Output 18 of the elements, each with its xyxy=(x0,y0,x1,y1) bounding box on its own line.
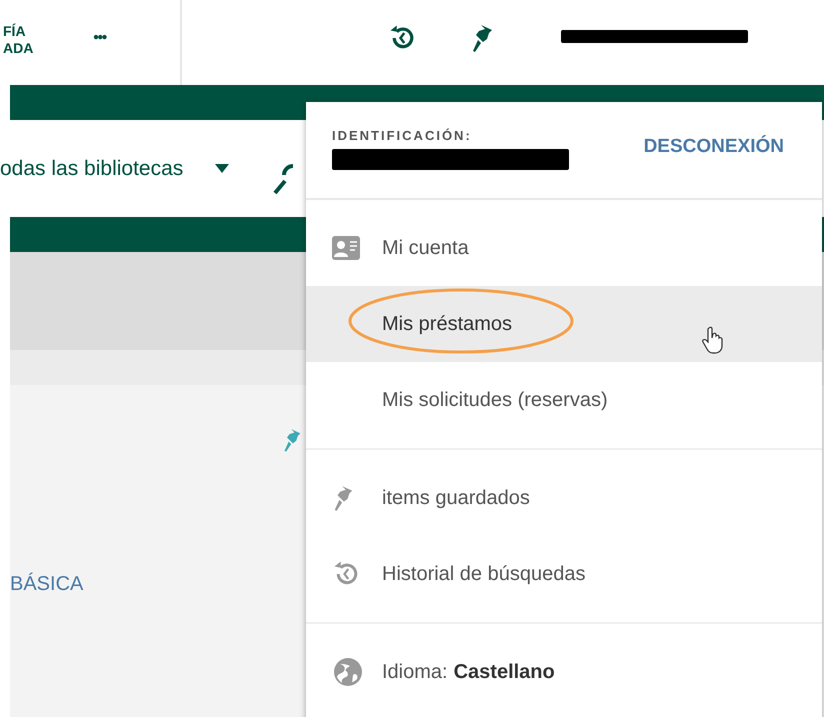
library-scope-select[interactable]: odas las bibliotecas xyxy=(0,156,184,180)
globe-icon xyxy=(332,656,364,688)
site-title[interactable]: FÍA ADA xyxy=(3,22,34,56)
language-selector[interactable]: Idioma: Castellano xyxy=(306,634,822,710)
id-card-icon xyxy=(332,236,360,260)
search-mode-link[interactable]: BÁSICA xyxy=(10,573,302,596)
menu-item[interactable]: Mi cuenta xyxy=(306,210,822,286)
logout-link[interactable]: DESCONEXIÓN xyxy=(644,136,784,158)
menu-item[interactable]: Historial de búsquedas xyxy=(306,536,822,612)
caret-icon[interactable] xyxy=(215,164,230,173)
menu-item[interactable]: items guardados xyxy=(306,460,822,536)
pushpin-icon xyxy=(332,484,354,512)
hand-cursor-icon xyxy=(702,326,724,354)
menu-item[interactable]: Mis préstamos xyxy=(306,286,822,362)
pushpin-icon[interactable] xyxy=(470,22,494,52)
identification-label: IDENTIFICACIÓN: xyxy=(332,128,473,143)
menu-item[interactable]: Mis solicitudes (reservas) xyxy=(306,362,822,438)
more-button[interactable]: ••• xyxy=(93,29,106,46)
